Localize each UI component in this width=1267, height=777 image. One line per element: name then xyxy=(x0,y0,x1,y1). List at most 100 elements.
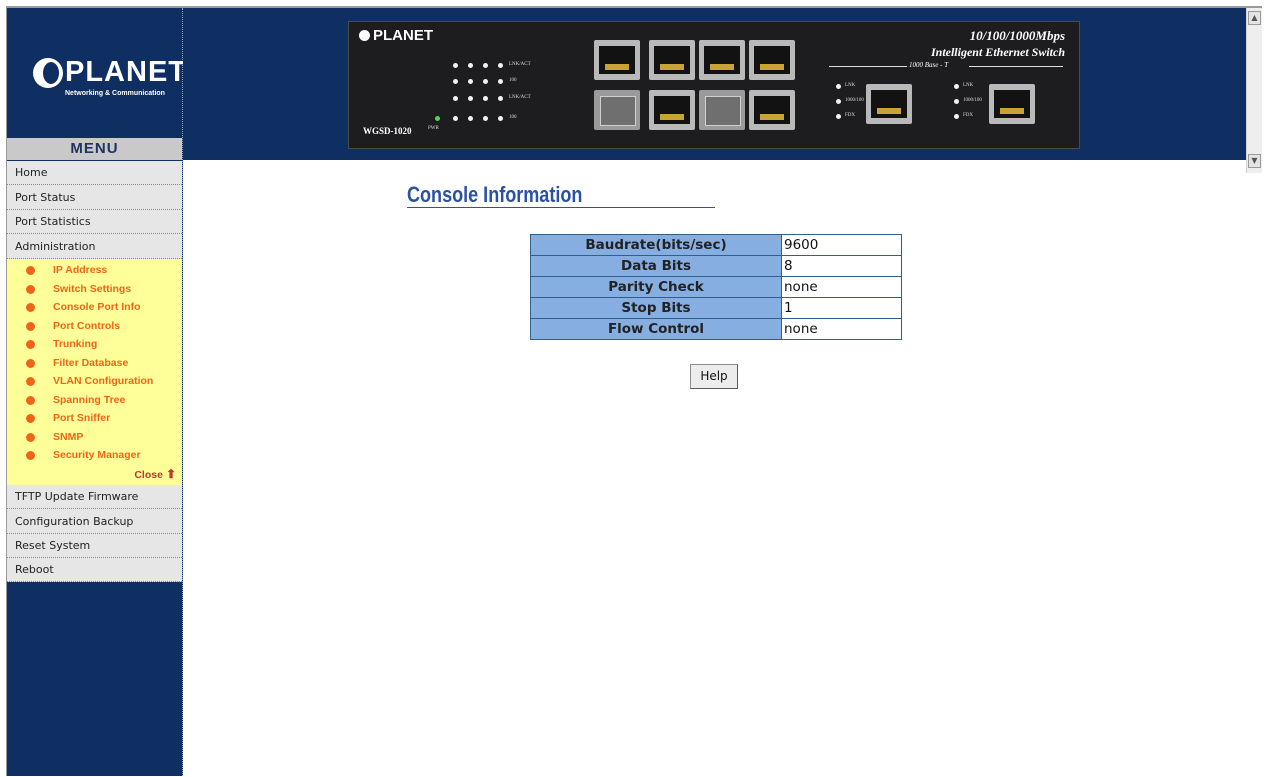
console-info-table: Baudrate(bits/sec) 9600 Data Bits 8 Pari… xyxy=(530,234,902,340)
menu-list: Home Port Status Port Statistics Adminis… xyxy=(7,161,182,582)
submenu-label: Console Port Info xyxy=(53,301,141,313)
row-value: 1 xyxy=(781,297,902,319)
sfp-port-icon xyxy=(699,90,745,130)
table-row: Parity Check none xyxy=(530,276,902,298)
menu-item-reboot[interactable]: Reboot xyxy=(7,557,182,582)
submenu-item-filter-database[interactable]: Filter Database xyxy=(7,354,182,373)
led-indicator xyxy=(468,79,473,84)
table-row: Stop Bits 1 xyxy=(530,297,902,319)
submenu-close[interactable]: Close ⬆ xyxy=(7,465,182,483)
submenu-item-console-port-info[interactable]: Console Port Info xyxy=(7,298,182,317)
submenu-label: Security Manager xyxy=(53,449,141,461)
led-label: 100 xyxy=(509,115,517,120)
bullet-icon xyxy=(26,340,35,349)
led-indicator xyxy=(498,96,503,101)
pwr-label: PWR xyxy=(428,126,439,131)
submenu-item-port-sniffer[interactable]: Port Sniffer xyxy=(7,409,182,428)
led-label: LNK xyxy=(845,83,856,88)
led-indicator xyxy=(483,96,488,101)
led-indicator xyxy=(836,99,841,104)
ethernet-port-icon xyxy=(749,90,795,130)
divider xyxy=(969,66,1063,67)
led-indicator xyxy=(483,63,488,68)
led-indicator xyxy=(498,63,503,68)
submenu-item-ip-address[interactable]: IP Address xyxy=(7,261,182,280)
row-label: Flow Control xyxy=(530,318,782,340)
switch-front-panel: PLANET WGSD-1020 LNK/ACT 100 LNK/ACT 100 xyxy=(348,21,1080,149)
row-label: Data Bits xyxy=(530,255,782,277)
row-label: Parity Check xyxy=(530,276,782,298)
led-indicator xyxy=(954,84,959,89)
row-value: 8 xyxy=(781,255,902,277)
ethernet-port-icon xyxy=(649,90,695,130)
led-indicator xyxy=(954,114,959,119)
header-scrollbar[interactable]: ▲ ▼ xyxy=(1246,8,1262,173)
led-label: 1000/100 xyxy=(845,98,864,103)
menu-item-configuration-backup[interactable]: Configuration Backup xyxy=(7,508,182,534)
submenu-item-spanning-tree[interactable]: Spanning Tree xyxy=(7,391,182,410)
menu-item-reset-system[interactable]: Reset System xyxy=(7,533,182,558)
row-value: none xyxy=(781,318,902,340)
ethernet-port-icon xyxy=(699,40,745,80)
help-button[interactable]: Help xyxy=(690,364,738,389)
ethernet-port-icon xyxy=(594,40,640,80)
submenu-label: IP Address xyxy=(53,264,108,276)
led-label: FDX xyxy=(963,113,974,118)
power-led xyxy=(435,116,440,121)
led-indicator xyxy=(498,79,503,84)
bullet-icon xyxy=(26,395,35,405)
table-row: Data Bits 8 xyxy=(530,255,902,277)
submenu-label: Port Controls xyxy=(53,319,121,332)
row-value: none xyxy=(781,276,902,298)
submenu-label: VLAN Configuration xyxy=(53,375,154,387)
bullet-icon xyxy=(26,358,35,368)
bullet-icon xyxy=(26,321,35,331)
led-indicator xyxy=(453,79,458,84)
administration-submenu: IP Address Switch Settings Console Port … xyxy=(7,259,182,485)
row-label: Stop Bits xyxy=(530,297,782,319)
led-indicator xyxy=(498,116,503,121)
bullet-icon xyxy=(26,303,35,312)
device-type-title: Intelligent Ethernet Switch xyxy=(930,45,1065,59)
submenu-item-security-manager[interactable]: Security Manager xyxy=(7,446,182,465)
bullet-icon xyxy=(26,377,35,386)
menu-item-administration[interactable]: Administration xyxy=(7,234,182,259)
left-nav: PLANET Networking & Communication MENU H… xyxy=(7,8,186,776)
submenu-label: Switch Settings xyxy=(53,282,132,295)
scroll-down-icon[interactable]: ▼ xyxy=(1248,154,1261,168)
led-indicator xyxy=(836,114,841,119)
scroll-up-icon[interactable]: ▲ xyxy=(1248,11,1261,25)
submenu-item-switch-settings[interactable]: Switch Settings xyxy=(7,280,182,299)
menu-item-port-status[interactable]: Port Status xyxy=(7,185,182,210)
table-row: Flow Control none xyxy=(530,318,902,340)
bullet-icon xyxy=(26,414,35,423)
led-indicator xyxy=(468,116,473,121)
led-indicator xyxy=(453,96,458,101)
browser-frame: PLANET Networking & Communication MENU H… xyxy=(6,6,1262,776)
submenu-item-port-controls[interactable]: Port Controls xyxy=(7,317,182,336)
brand-name: PLANET xyxy=(65,56,187,88)
device-speed-title: 10/100/1000Mbps xyxy=(969,28,1065,43)
submenu-item-snmp[interactable]: SNMP xyxy=(7,428,182,447)
row-label: Baudrate(bits/sec) xyxy=(530,234,782,256)
led-label: LNK/ACT xyxy=(509,95,531,100)
led-indicator xyxy=(453,116,458,121)
submenu-item-vlan-configuration[interactable]: VLAN Configuration xyxy=(7,372,182,391)
submenu-item-trunking[interactable]: Trunking xyxy=(7,335,182,354)
close-label: Close xyxy=(134,468,163,481)
led-label: LNK xyxy=(963,83,974,88)
planet-logo-icon xyxy=(359,30,370,41)
submenu-label: Trunking xyxy=(53,338,98,350)
device-brand: PLANET xyxy=(373,27,433,44)
submenu-label: Spanning Tree xyxy=(53,393,126,406)
submenu-label: Filter Database xyxy=(53,356,129,369)
menu-item-home[interactable]: Home xyxy=(7,161,182,185)
divider xyxy=(829,66,907,67)
led-indicator xyxy=(468,96,473,101)
menu-item-tftp-update-firmware[interactable]: TFTP Update Firmware xyxy=(7,484,182,509)
led-indicator xyxy=(954,99,959,104)
submenu-label: SNMP xyxy=(53,430,84,443)
planet-logo-icon xyxy=(33,58,63,88)
menu-item-port-statistics[interactable]: Port Statistics xyxy=(7,210,182,234)
led-indicator xyxy=(483,116,488,121)
